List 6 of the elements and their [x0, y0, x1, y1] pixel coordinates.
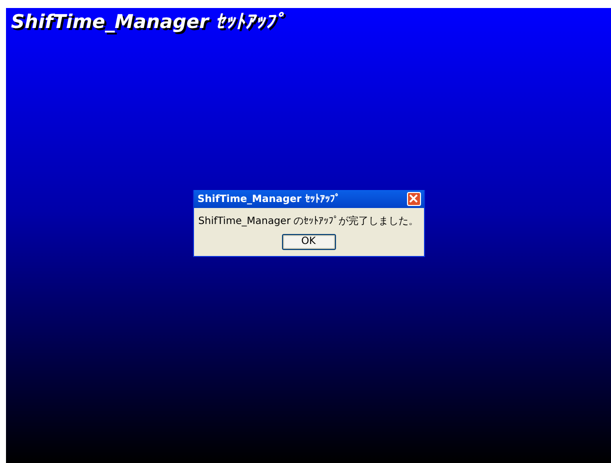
- ok-button[interactable]: OK: [282, 234, 336, 250]
- close-icon: [409, 194, 418, 203]
- dialog-title: ShifTime_Manager ｾｯﾄｱｯﾌﾟ: [198, 192, 340, 204]
- dialog-message: ShifTime_Manager のｾｯﾄｱｯﾌﾟが完了しました。: [198, 214, 419, 228]
- setup-title: ShifTime_Manager ｾｯﾄｱｯﾌﾟ: [10, 10, 286, 33]
- close-button[interactable]: [406, 192, 420, 206]
